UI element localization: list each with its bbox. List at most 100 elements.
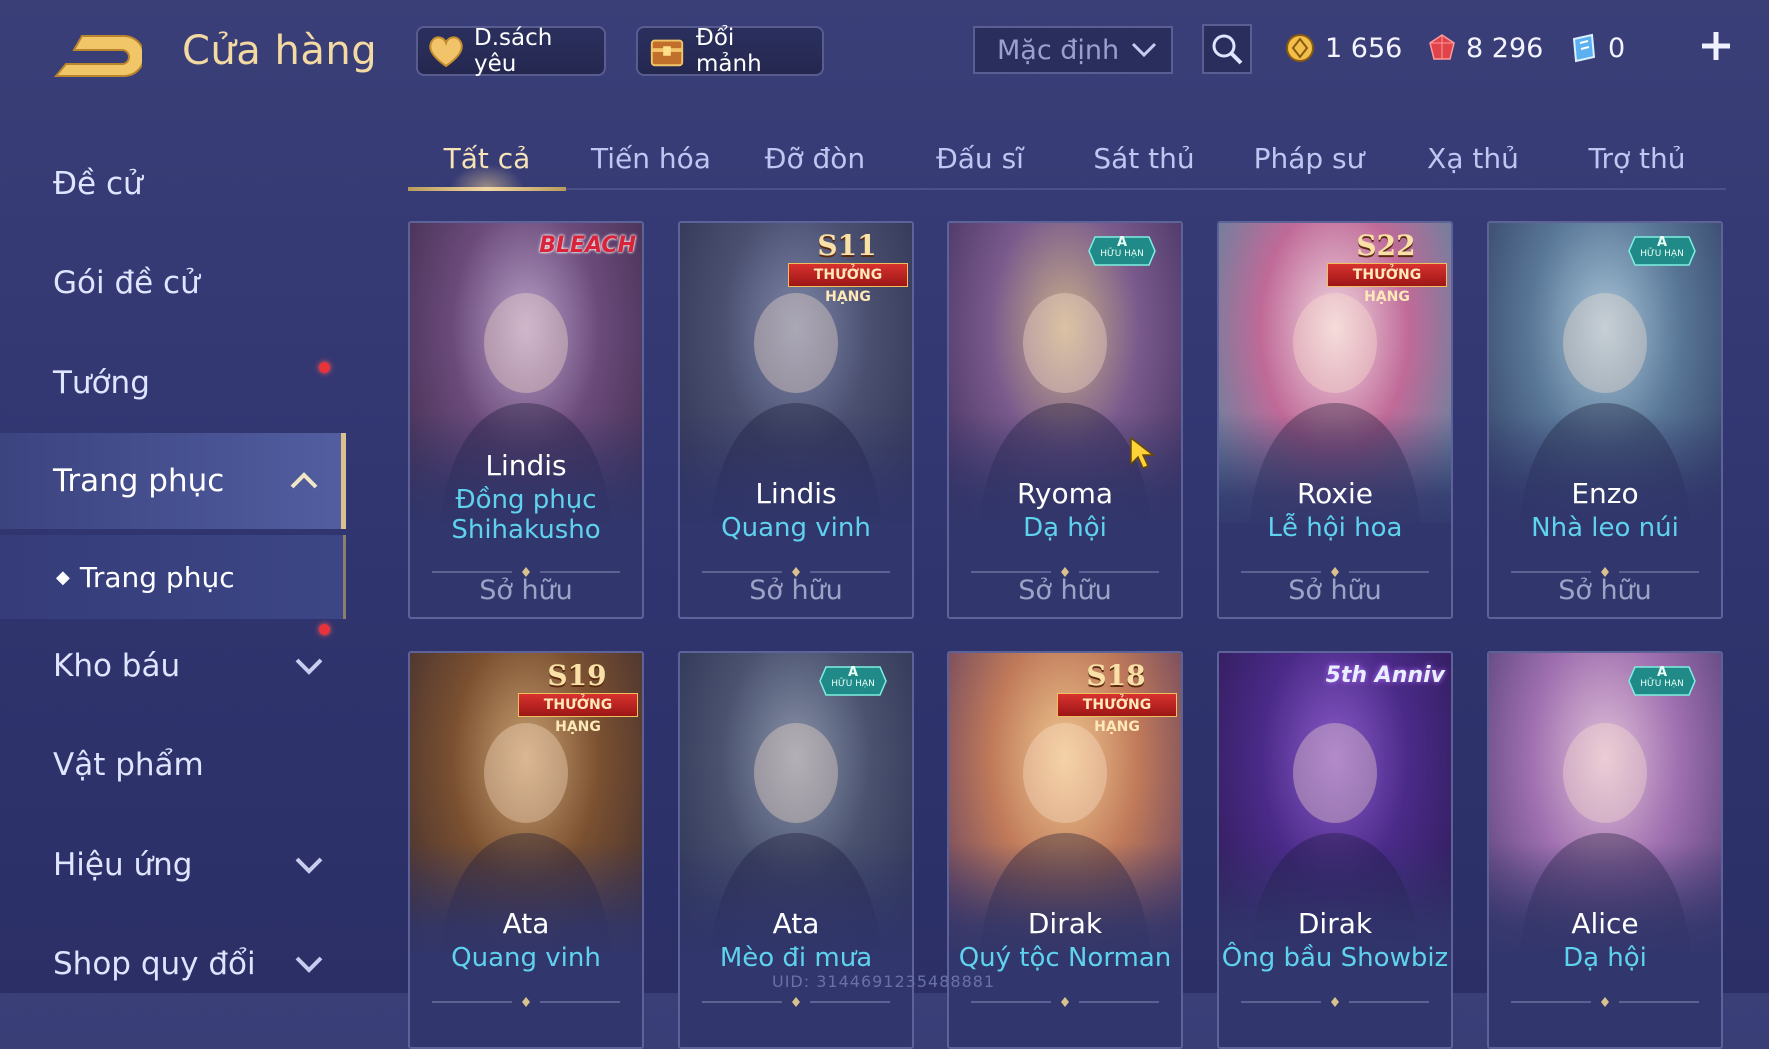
tab-support[interactable]: Trợ thủ xyxy=(1558,128,1716,188)
sidebar-item-heroes[interactable]: Tướng xyxy=(0,335,346,431)
back-button[interactable] xyxy=(52,28,145,84)
ornament-divider xyxy=(971,562,1159,577)
chevron-up-icon xyxy=(290,472,318,489)
skin-name: Quang vinh xyxy=(451,943,601,973)
tab-label: Đấu sĩ xyxy=(936,141,1024,175)
tab-assassin[interactable]: Sát thủ xyxy=(1065,128,1223,188)
sidebar-item-label: Đề cử xyxy=(53,166,143,202)
tab-glow xyxy=(450,164,524,188)
skin-card[interactable]: BLEACH Lindis Đồng phục Shihakusho Sở hữu xyxy=(408,221,644,619)
sidebar-subitem-skins[interactable]: ◆ Trang phục xyxy=(0,535,346,619)
skin-name: Lễ hội hoa xyxy=(1267,513,1403,543)
tab-label: Tiến hóa xyxy=(591,141,711,175)
gem-balance: 8 296 xyxy=(1428,28,1543,68)
skin-card[interactable]: S19 THƯỞNG HẠNG Ata Quang vinh xyxy=(408,651,644,1049)
hero-name: Ryoma xyxy=(1016,477,1114,510)
owned-status: Sở hữu xyxy=(1288,575,1382,606)
skin-name: Mèo đi mưa xyxy=(719,943,873,973)
season-label: S22 xyxy=(1356,229,1416,262)
exchange-shards-button[interactable]: Đổi mảnh xyxy=(636,25,824,77)
tab-label: Xạ thủ xyxy=(1427,141,1519,175)
skin-name: Ông bầu Showbiz xyxy=(1221,943,1449,973)
red-gem-icon xyxy=(1429,34,1455,60)
tab-fighter[interactable]: Đấu sĩ xyxy=(901,128,1059,188)
sidebar-item-label: Trang phục xyxy=(53,463,225,499)
sidebar-item-recommended-packs[interactable]: Gói đề cử xyxy=(0,235,346,331)
rank-reward-label: THƯỞNG HẠNG xyxy=(1327,263,1447,305)
skin-card[interactable]: A HỮU HẠN Alice Dạ hội xyxy=(1487,651,1723,1049)
tab-evolution[interactable]: Tiến hóa xyxy=(572,128,730,188)
sidebar: Đề cử Gói đề cử Tướng Trang phục ◆ Trang… xyxy=(0,120,346,993)
back-arrow-icon xyxy=(53,35,145,77)
season-rank-badge: S18 THƯỞNG HẠNG xyxy=(1053,659,1179,735)
limited-label: HỮU HẠN xyxy=(1640,249,1684,259)
add-currency-button[interactable] xyxy=(1696,24,1736,68)
hero-name: Lindis xyxy=(485,449,567,482)
tab-tank[interactable]: Đỡ đòn xyxy=(736,128,894,188)
sidebar-item-skins[interactable]: Trang phục xyxy=(0,433,346,529)
chevron-down-icon xyxy=(295,857,323,874)
tab-label: Trợ thủ xyxy=(1588,141,1686,175)
ornament-divider xyxy=(432,992,620,1007)
ornament-divider xyxy=(702,562,890,577)
ornament-divider xyxy=(971,992,1159,1007)
sidebar-item-items[interactable]: Vật phẩm xyxy=(0,717,346,813)
gold-balance: 1 656 xyxy=(1285,28,1402,68)
skin-name: Quý tộc Norman xyxy=(958,943,1172,973)
skin-name-line2: Shihakusho xyxy=(451,515,601,545)
sidebar-item-label: Tướng xyxy=(53,365,150,401)
sidebar-item-label: Gói đề cử xyxy=(53,265,200,301)
rank-reward-label: THƯỞNG HẠNG xyxy=(788,263,908,305)
ornament-divider xyxy=(1241,992,1429,1007)
sort-value: Mặc định xyxy=(997,34,1120,66)
tier-letter: A xyxy=(1116,235,1128,250)
wishlist-button[interactable]: D.sách yêu xyxy=(416,25,606,77)
exchange-label: Đổi mảnh xyxy=(696,25,762,77)
mouse-cursor-icon xyxy=(1130,436,1155,469)
chevron-down-icon xyxy=(1131,42,1157,58)
heart-icon xyxy=(428,32,464,70)
limited-label: HỮU HẠN xyxy=(1100,249,1144,259)
limited-a-badge: A HỮU HẠN xyxy=(1627,235,1697,267)
sidebar-item-recommended[interactable]: Đề cử xyxy=(0,136,346,232)
tab-marksman[interactable]: Xạ thủ xyxy=(1394,128,1552,188)
season-rank-badge: S11 THƯỞNG HẠNG xyxy=(784,229,910,305)
search-button[interactable] xyxy=(1202,24,1252,74)
sort-dropdown[interactable]: Mặc định xyxy=(973,26,1173,74)
limited-a-badge: A HỮU HẠN xyxy=(1627,665,1697,697)
ornament-divider xyxy=(432,562,620,577)
hero-name: Dirak xyxy=(1297,907,1373,940)
hero-name: Roxie xyxy=(1296,477,1374,510)
tab-mage[interactable]: Pháp sư xyxy=(1230,128,1388,188)
hero-name: Alice xyxy=(1571,907,1639,940)
tab-all[interactable]: Tất cả xyxy=(408,128,566,191)
sidebar-item-effects[interactable]: Hiệu ứng xyxy=(0,817,346,913)
skin-card[interactable]: A HỮU HẠN Enzo Nhà leo núi Sở hữu xyxy=(1487,221,1723,619)
gem-value: 8 296 xyxy=(1466,32,1544,64)
sidebar-item-label: Hiệu ứng xyxy=(53,847,193,883)
ornament-divider xyxy=(1241,562,1429,577)
skin-card[interactable]: S22 THƯỞNG HẠNG Roxie Lễ hội hoa Sở hữu xyxy=(1217,221,1453,619)
gold-coin-icon xyxy=(1286,34,1314,62)
skin-card[interactable]: A HỮU HẠN Ryoma Dạ hội Sở hữu xyxy=(947,221,1183,619)
sidebar-item-exchange-shop[interactable]: Shop quy đổi xyxy=(0,916,346,1012)
tier-letter: A xyxy=(1656,665,1668,680)
sidebar-item-label: Shop quy đổi xyxy=(53,946,256,982)
season-label: S11 xyxy=(817,229,877,262)
ornament-divider xyxy=(702,992,890,1007)
hero-name: Ata xyxy=(502,907,550,940)
season-rank-badge: S22 THƯỞNG HẠNG xyxy=(1323,229,1449,305)
sidebar-item-label: Vật phẩm xyxy=(53,747,204,783)
collab-logo-badge: BLEACH xyxy=(539,233,636,258)
season-label: S18 xyxy=(1086,659,1146,692)
sidebar-item-treasure[interactable]: Kho báu xyxy=(0,618,346,714)
treasure-chest-icon xyxy=(648,32,686,70)
uid-watermark: UID: 3144691235488881 xyxy=(772,972,996,991)
tier-letter: A xyxy=(847,665,859,680)
skin-card[interactable]: 5th Anniv Dirak Ông bầu Showbiz xyxy=(1217,651,1453,1049)
ornament-divider xyxy=(1511,992,1699,1007)
sidebar-item-label: Kho báu xyxy=(53,648,181,684)
tab-label: Pháp sư xyxy=(1253,141,1365,175)
ornament-divider xyxy=(1511,562,1699,577)
skin-card[interactable]: S11 THƯỞNG HẠNG Lindis Quang vinh Sở hữu xyxy=(678,221,914,619)
